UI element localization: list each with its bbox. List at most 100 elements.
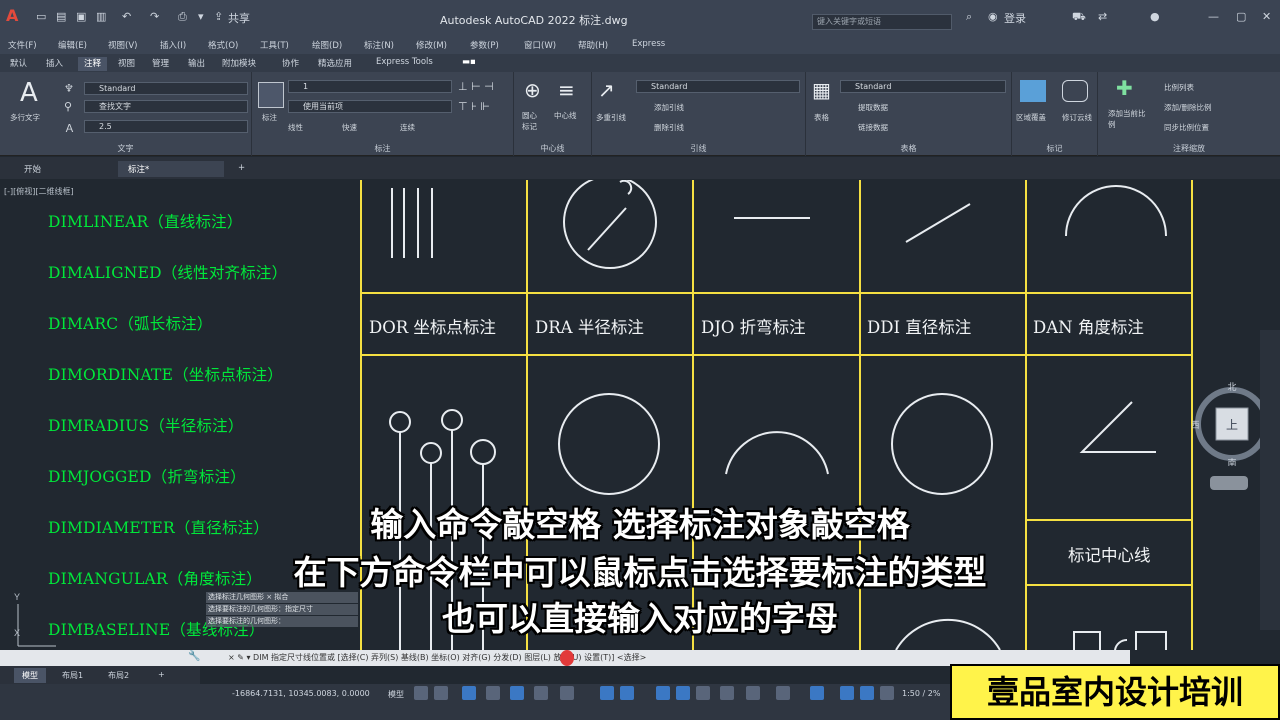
grid-toggle-icon[interactable] — [414, 686, 428, 700]
wipeout-icon[interactable] — [1020, 80, 1046, 102]
tab-collaborate[interactable]: 协作 — [282, 57, 299, 69]
command-prompt[interactable]: × ✎ ▾ DIM 指定尺寸线位置或 [选择(C) 弄列(S) 基线(B) 坐标… — [228, 652, 646, 663]
menu-item-format[interactable]: 格式(O) — [208, 39, 238, 51]
exchange-icon[interactable]: ⇄ — [1098, 10, 1107, 23]
add-layout-button[interactable]: + — [150, 668, 173, 681]
dim-layer-dropdown[interactable]: 使用当前项 — [288, 100, 452, 113]
navigation-bar[interactable] — [1210, 476, 1248, 490]
center-mark-icon[interactable]: ⊕ — [524, 78, 541, 102]
ribbon-options-icon[interactable]: ▬▪ — [462, 57, 476, 67]
scale-list-button[interactable]: 比例列表 — [1164, 82, 1194, 93]
ortho-toggle-icon[interactable] — [510, 686, 524, 700]
find-text-input[interactable]: 查找文字 — [84, 100, 248, 113]
cart-icon[interactable]: ⛟ — [1072, 10, 1086, 25]
3d-osnap-icon[interactable] — [720, 686, 734, 700]
revision-cloud-icon[interactable] — [1062, 80, 1088, 102]
menu-item-parametric[interactable]: 参数(P) — [470, 39, 499, 51]
viewcube-face[interactable]: 上 — [1226, 418, 1238, 432]
menu-item-insert[interactable]: 插入(I) — [160, 39, 186, 51]
remove-leader-button[interactable]: 删除引线 — [654, 122, 684, 133]
dim-tools-icon[interactable]: ⊥ ⊢ ⊣ — [458, 80, 494, 93]
table-button[interactable]: 表格 — [814, 112, 829, 123]
linear-dim-button[interactable]: 线性 — [288, 122, 303, 133]
multileader-icon[interactable]: ↗ — [598, 78, 615, 102]
add-current-scale-button[interactable]: 添加当前比例 — [1108, 108, 1148, 130]
tab-start[interactable]: 开始 — [14, 161, 51, 177]
quick-dim-button[interactable]: 快速 — [342, 122, 357, 133]
multiline-text-icon[interactable]: A — [20, 78, 38, 108]
tab-default[interactable]: 默认 — [10, 57, 27, 69]
tab-addins[interactable]: 附加模块 — [222, 57, 256, 69]
search-icon[interactable]: ⌕ — [966, 10, 972, 24]
menu-item-help[interactable]: 帮助(H) — [578, 39, 608, 51]
center-mark-button[interactable]: 圆心标记 — [522, 110, 544, 132]
model-space-button[interactable]: 模型 — [388, 689, 404, 700]
centerline-button[interactable]: 中心线 — [554, 110, 577, 121]
selection-cycling-icon[interactable] — [696, 686, 710, 700]
wipeout-button[interactable]: 区域覆盖 — [1016, 112, 1046, 123]
tab-layout2[interactable]: 布局2 — [100, 668, 137, 683]
user-icon[interactable]: ◉ — [988, 10, 998, 23]
login-button[interactable]: 登录 — [1004, 10, 1026, 26]
minimize-icon[interactable]: — — [1208, 10, 1219, 23]
add-leader-button[interactable]: 添加引线 — [654, 102, 684, 113]
menu-item-tools[interactable]: 工具(T) — [260, 39, 289, 51]
selection-filter-icon[interactable] — [776, 686, 790, 700]
dim-break-icon[interactable]: ⊤ ⊦ ⊩ — [458, 100, 490, 113]
tab-output[interactable]: 输出 — [188, 57, 205, 69]
coordinate-readout[interactable]: -16864.7131, 10345.0083, 0.0000 — [232, 689, 370, 698]
save-as-icon[interactable]: ▥ — [96, 10, 106, 23]
undo-icon[interactable]: ↶ — [122, 10, 131, 23]
add-remove-scale-button[interactable]: 添加/删除比例 — [1164, 102, 1212, 113]
text-style-dropdown[interactable]: Standard — [84, 82, 248, 95]
tab-model[interactable]: 模型 — [14, 668, 46, 683]
polar-tracking-icon[interactable] — [534, 686, 548, 700]
help-icon[interactable]: ● — [1150, 10, 1160, 23]
viewcube-north[interactable]: 北 — [1227, 382, 1236, 393]
gizmo-icon[interactable] — [810, 686, 824, 700]
dynamic-input-icon[interactable] — [486, 686, 500, 700]
add-scale-icon[interactable]: ✚ — [1116, 76, 1133, 100]
annotation-scale-icon[interactable] — [880, 686, 894, 700]
sync-scale-button[interactable]: 同步比例位置 — [1164, 122, 1209, 133]
maximize-icon[interactable]: ▢ — [1236, 10, 1246, 23]
leader-style-dropdown[interactable]: Standard — [636, 80, 800, 93]
command-settings-icon[interactable]: 🔧 — [188, 651, 200, 662]
tab-express-tools[interactable]: Express Tools — [376, 57, 433, 67]
menu-item-draw[interactable]: 绘图(D) — [312, 39, 342, 51]
multileader-button[interactable]: 多重引线 — [596, 112, 626, 123]
lineweight-icon[interactable] — [656, 686, 670, 700]
close-icon[interactable]: ✕ — [1262, 10, 1271, 23]
tab-manage[interactable]: 管理 — [152, 57, 169, 69]
menu-item-window[interactable]: 窗口(W) — [524, 39, 556, 51]
menu-item-edit[interactable]: 编辑(E) — [58, 39, 87, 51]
tab-drawing[interactable]: 标注* — [118, 161, 224, 177]
table-icon[interactable]: ▦ — [812, 78, 831, 102]
dimension-icon[interactable] — [258, 82, 284, 108]
infer-constraints-icon[interactable] — [462, 686, 476, 700]
continue-dim-button[interactable]: 连续 — [400, 122, 415, 133]
revision-cloud-button[interactable]: 修订云线 — [1062, 112, 1092, 123]
annotation-scale-value[interactable]: 1:50 / 2% — [902, 689, 940, 698]
dynamic-ucs-icon[interactable] — [746, 686, 760, 700]
text-height-dropdown[interactable]: 2.5 — [84, 120, 248, 133]
tab-view[interactable]: 视图 — [118, 57, 135, 69]
object-snap-icon[interactable] — [620, 686, 634, 700]
table-style-dropdown[interactable]: Standard — [840, 80, 1006, 93]
search-input[interactable]: 键入关键字或短语 — [812, 14, 952, 30]
tab-layout1[interactable]: 布局1 — [54, 668, 91, 683]
print-icon[interactable]: ⎙ — [178, 10, 187, 24]
isodraft-icon[interactable] — [560, 686, 574, 700]
dimension-button[interactable]: 标注 — [262, 112, 277, 123]
share-icon[interactable]: ⇪ — [214, 10, 223, 23]
object-snap-tracking-icon[interactable] — [600, 686, 614, 700]
tab-featured-apps[interactable]: 精选应用 — [318, 57, 352, 69]
annotation-visibility-icon[interactable] — [840, 686, 854, 700]
dim-style-dropdown[interactable]: 1 — [288, 80, 452, 93]
tab-insert[interactable]: 插入 — [46, 57, 63, 69]
menu-item-dimension[interactable]: 标注(N) — [364, 39, 394, 51]
snap-toggle-icon[interactable] — [434, 686, 448, 700]
new-file-icon[interactable]: ▭ — [36, 10, 46, 23]
viewcube-south[interactable]: 南 — [1227, 457, 1236, 466]
centerline-icon[interactable]: ≡ — [558, 78, 575, 102]
